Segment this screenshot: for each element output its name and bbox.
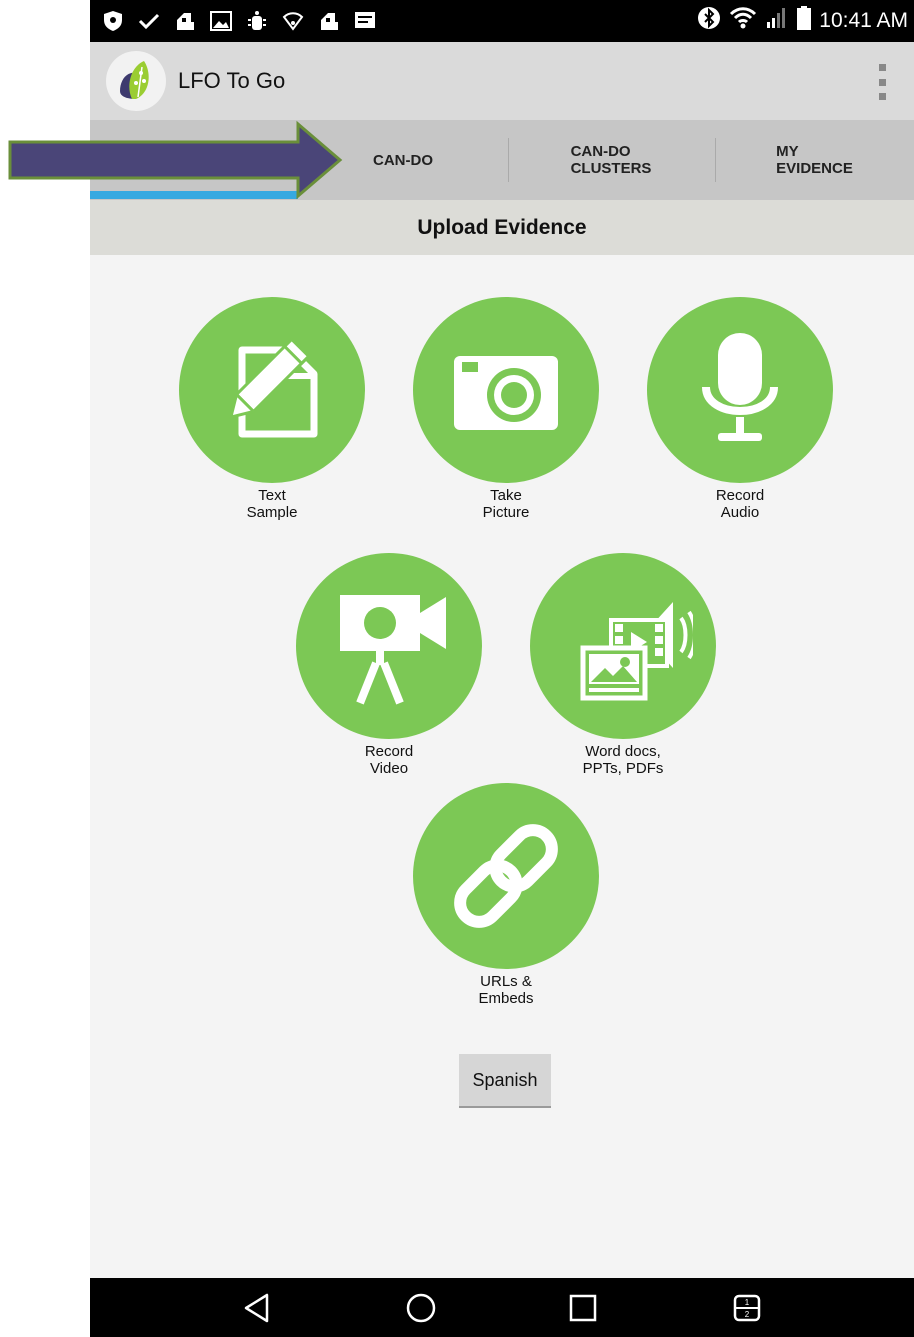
tab-can-do-clusters[interactable]: CAN-DO CLUSTERS	[508, 120, 714, 200]
documents-circle	[530, 553, 716, 739]
record-audio-button[interactable]: Record Audio	[646, 297, 834, 521]
svg-text:2: 2	[745, 1310, 750, 1319]
back-icon[interactable]	[237, 1288, 277, 1328]
svg-text:1: 1	[745, 1298, 750, 1307]
video-camera-icon	[340, 595, 446, 705]
take-picture-button[interactable]: Take Picture	[412, 297, 600, 521]
bluetooth-icon	[697, 6, 721, 36]
take-picture-circle	[413, 297, 599, 483]
text-sample-circle	[179, 297, 365, 483]
record-audio-circle	[647, 297, 833, 483]
signal-icon	[765, 7, 789, 35]
wifi-icon	[729, 7, 757, 35]
record-video-button[interactable]: Record Video	[295, 553, 483, 777]
home-icon[interactable]	[401, 1288, 441, 1328]
dual-window-icon[interactable]: 12	[727, 1288, 767, 1328]
record-audio-label: Record Audio	[715, 487, 765, 521]
recents-icon[interactable]	[563, 1288, 603, 1328]
urls-embeds-circle	[413, 783, 599, 969]
annotation-arrow	[8, 120, 343, 200]
record-video-circle	[296, 553, 482, 739]
battery-icon	[797, 6, 812, 36]
documents-label: Word docs, PPTs, PDFs	[582, 743, 664, 777]
clock: 10:41 AM	[819, 9, 908, 32]
overflow-menu-icon[interactable]	[872, 64, 892, 100]
document-pencil-icon	[228, 337, 318, 438]
tab-my-evidence[interactable]: MY EVIDENCE	[715, 120, 914, 200]
documents-button[interactable]: Word docs, PPTs, PDFs	[529, 553, 717, 777]
spanish-button[interactable]: Spanish	[459, 1054, 551, 1108]
take-picture-label: Take Picture	[482, 487, 530, 521]
system-nav-bar: 12	[90, 1278, 914, 1337]
link-icon	[454, 824, 558, 928]
system-status: 10:41 AM	[697, 0, 908, 42]
camera-icon	[454, 356, 558, 430]
text-sample-label: Text Sample	[246, 487, 298, 521]
text-sample-button[interactable]: Text Sample	[178, 297, 366, 521]
microphone-icon	[702, 333, 778, 441]
urls-embeds-button[interactable]: URLs & Embeds	[412, 783, 600, 1007]
urls-embeds-label: URLs & Embeds	[478, 973, 534, 1007]
media-files-icon	[580, 602, 693, 701]
record-video-label: Record Video	[364, 743, 414, 777]
